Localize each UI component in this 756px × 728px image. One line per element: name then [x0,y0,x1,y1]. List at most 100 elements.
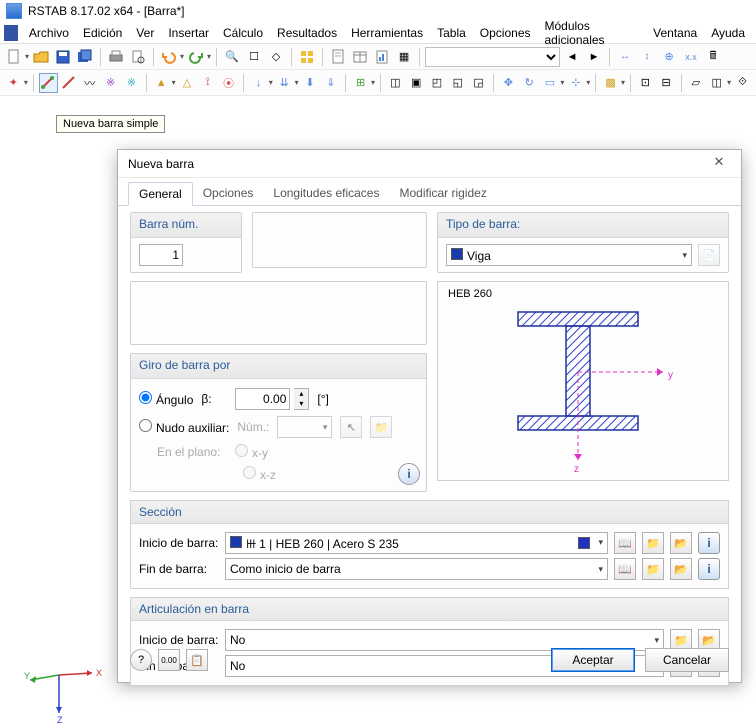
menu-resultados[interactable]: Resultados [270,24,344,42]
menu-ayuda[interactable]: Ayuda [704,24,752,42]
coord-icon[interactable]: ⊕ [659,47,679,67]
mdi-icon[interactable] [4,25,18,41]
shape-3-icon[interactable]: ⟐ [733,73,752,93]
table-view-icon[interactable] [350,47,370,67]
tab-longitudes[interactable]: Longitudes eficaces [263,182,389,205]
save-all-icon[interactable] [75,47,95,67]
mesh-cyan-icon[interactable]: ※ [122,73,141,93]
beta-spinner[interactable]: ▴▾ [294,388,309,410]
radio-angulo[interactable]: Ángulo [139,391,193,407]
dialog-title-bar[interactable]: Nueva barra ✕ [118,150,741,178]
save-icon[interactable] [53,47,73,67]
new-fin-icon[interactable]: 📁 [642,558,664,580]
scale-icon[interactable]: x.x [681,47,701,67]
snap-icon[interactable]: ⊹ [566,73,585,93]
node-icon[interactable]: ✦ [4,73,23,93]
next-icon[interactable]: ► [584,47,604,67]
member-icon[interactable] [60,73,79,93]
tool-a-icon[interactable]: ⊡ [636,73,655,93]
prev-icon[interactable]: ◄ [562,47,582,67]
shape-1-icon[interactable]: ▱ [687,73,706,93]
load-1-icon[interactable]: ↓ [249,73,268,93]
layers-icon[interactable]: ▦ [394,47,414,67]
dialog-new-member: Nueva barra ✕ General Opciones Longitude… [117,149,742,683]
select-poly-icon[interactable]: ◇ [266,47,286,67]
menu-archivo[interactable]: Archivo [22,24,76,42]
pick-node-icon[interactable]: ↖ [340,416,362,438]
new-inicio-icon[interactable]: 📁 [642,532,664,554]
info-fin-icon[interactable]: i [698,558,720,580]
close-icon[interactable]: ✕ [707,154,731,174]
render-icon[interactable]: ▩ [601,73,620,93]
menu-opciones[interactable]: Opciones [473,24,538,42]
release-icon[interactable]: ⟟ [198,73,217,93]
redo-icon[interactable] [186,47,206,67]
menu-calculo[interactable]: Cálculo [216,24,270,42]
new-member-icon[interactable] [39,73,58,93]
tipo-barra-btn-icon[interactable]: 📄 [698,244,720,266]
hinge-icon[interactable]: ⦿ [219,73,238,93]
ok-button[interactable]: Aceptar [551,648,635,672]
load-2-icon[interactable]: ⇊ [275,73,294,93]
move-icon[interactable]: ✥ [499,73,518,93]
undo-icon[interactable] [159,47,179,67]
view-side-icon[interactable]: ◱ [448,73,467,93]
new-node-icon[interactable]: 📁 [370,416,392,438]
dim-yy-icon[interactable]: ↕ [637,47,657,67]
menu-ver[interactable]: Ver [129,24,161,42]
menu-herramientas[interactable]: Herramientas [344,24,430,42]
menu-tabla[interactable]: Tabla [430,24,473,42]
new-file-icon[interactable] [4,47,24,67]
print-icon[interactable] [106,47,126,67]
edit-fin-icon[interactable]: 📂 [670,558,692,580]
help-icon[interactable]: ? [130,649,152,671]
combo-nudo-num[interactable]: ▾ [277,416,332,438]
calc-icon[interactable]: 🖩 [703,47,723,67]
select-icon[interactable]: ☐ [244,47,264,67]
radio-nudo[interactable]: Nudo auxiliar: [139,419,229,435]
shape-2-icon[interactable]: ◫ [707,73,726,93]
load-3-icon[interactable]: ⬇ [301,73,320,93]
view-cube-icon[interactable]: ▣ [407,73,426,93]
lib-fin-icon[interactable]: 📖 [614,558,636,580]
document-icon[interactable] [328,47,348,67]
view-iso-icon[interactable]: ◫ [386,73,405,93]
info-inicio-icon[interactable]: i [698,532,720,554]
load-4-icon[interactable]: ⇓ [321,73,340,93]
menu-insertar[interactable]: Insertar [161,24,216,42]
edit-inicio-icon[interactable]: 📂 [670,532,692,554]
view-front-icon[interactable]: ◰ [428,73,447,93]
pick-icon[interactable]: 📋 [186,649,208,671]
view-plane-icon[interactable]: ▭ [541,73,560,93]
tool-b-icon[interactable]: ⊟ [657,73,676,93]
cancel-button[interactable]: Cancelar [645,648,729,672]
results-icon[interactable] [372,47,392,67]
member-curved-icon[interactable]: 〰 [80,73,99,93]
support-2-icon[interactable]: △ [178,73,197,93]
print-preview-icon[interactable] [128,47,148,67]
info-giro-icon[interactable]: i [398,463,420,485]
tab-rigidez[interactable]: Modificar rigidez [389,182,496,205]
tab-general[interactable]: General [128,182,193,206]
load-case-combo[interactable] [425,47,560,67]
rotate-view-icon[interactable]: ↻ [520,73,539,93]
menu-ventana[interactable]: Ventana [646,24,704,42]
mesh-purple-icon[interactable]: ※ [101,73,120,93]
input-beta[interactable] [235,388,290,410]
view-top-icon[interactable]: ◲ [469,73,488,93]
open-file-icon[interactable] [31,47,51,67]
combo-seccion-inicio[interactable]: Ⲿ 1 | HEB 260 | Acero S 235 ▾ [225,532,608,554]
menu-edicion[interactable]: Edición [76,24,129,42]
combo-seccion-fin[interactable]: Como inicio de barra▾ [225,558,608,580]
grid-icon[interactable] [297,47,317,67]
find-icon[interactable]: 🔍 [222,47,242,67]
input-barra-num[interactable] [139,244,183,266]
units-icon[interactable]: 0.00 [158,649,180,671]
tab-opciones[interactable]: Opciones [193,182,264,205]
support-1-icon[interactable]: ▲ [152,73,171,93]
svg-text:z: z [574,464,579,475]
lib-inicio-icon[interactable]: 📖 [614,532,636,554]
gen-1-icon[interactable]: ⊞ [351,73,370,93]
combo-tipo-barra[interactable]: Viga ▾ [446,244,692,266]
dim-xx-icon[interactable]: ↔ [615,47,635,67]
